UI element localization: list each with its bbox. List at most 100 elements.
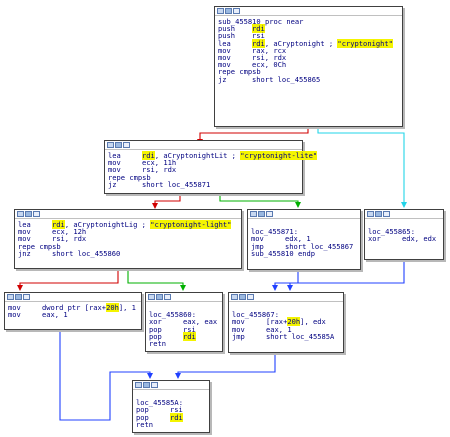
asm-mnemonic: jz (108, 179, 117, 189)
highlighted-operand[interactable]: 20h (106, 303, 119, 312)
arrowhead (17, 285, 23, 291)
asm-operand[interactable]: edx, edx (402, 234, 436, 243)
highlighted-operand[interactable]: "cryptonight-lite" (240, 151, 318, 160)
highlighted-operand[interactable]: "cryptonight-light" (150, 220, 232, 229)
block-body: loc_455865: xor edx, edx (365, 219, 443, 242)
asm-line[interactable]: mov rsi, rdx (218, 54, 400, 61)
asm-operand[interactable]: short loc_45585A (266, 332, 334, 341)
edge-b1-b3 (219, 193, 299, 207)
text-view-icon[interactable] (123, 142, 130, 148)
asm-line[interactable]: jz short loc_455865 (218, 74, 400, 84)
color-icon[interactable] (367, 211, 374, 217)
block-body: lea rdi, aCryptonightLig ; "cryptonight-l… (15, 219, 241, 257)
graph-icon[interactable] (143, 382, 150, 388)
graph-icon[interactable] (258, 211, 265, 217)
code-block-loc-455867[interactable]: loc_455867: mov [rax+20h], edx mov eax, 1 jmp… (228, 292, 344, 353)
block-body: loc_455871: mov edx, 1 jmp short loc_455867 s… (248, 219, 360, 257)
asm-line[interactable]: jz short loc_455871 (108, 181, 300, 188)
code-block-loc-455871[interactable]: loc_455871: mov edx, 1 jmp short loc_455867 s… (247, 209, 361, 270)
text-view-icon[interactable] (247, 294, 254, 300)
color-icon[interactable] (148, 294, 155, 300)
code-block-cryptonight-light[interactable]: lea rdi, aCryptonightLig ; "cryptonight-l… (14, 209, 242, 269)
asm-line[interactable]: retn (136, 421, 207, 428)
edge-b7-b8 (177, 353, 276, 378)
text-view-icon[interactable] (383, 211, 390, 217)
graph-icon[interactable] (115, 142, 122, 148)
asm-line[interactable]: mov ecx, 11h (108, 159, 300, 166)
asm-mnemonic: xor (368, 234, 381, 244)
color-icon[interactable] (135, 382, 142, 388)
asm-line[interactable]: mov dword ptr [rax+20h], 1 (8, 303, 139, 312)
arrowhead (287, 285, 293, 291)
color-icon[interactable] (17, 211, 24, 217)
highlighted-operand[interactable]: "cryptonight" (337, 38, 393, 48)
asm-operand[interactable]: short loc_455871 (142, 180, 210, 189)
asm-line[interactable]: push rdi (218, 24, 400, 34)
code-block-loc-455865[interactable]: loc_455865: xor edx, edx (364, 209, 444, 260)
graph-icon[interactable] (156, 294, 163, 300)
block-toolbar (146, 293, 222, 302)
graph-icon[interactable] (375, 211, 382, 217)
text-view-icon[interactable] (33, 211, 40, 217)
asm-line[interactable]: jmp short loc_45585A (232, 333, 341, 340)
asm-line[interactable]: sub_455810 proc near (218, 18, 400, 25)
graph-icon[interactable] (25, 211, 32, 217)
code-block-loc-45585a[interactable]: loc_45585A: pop rsi pop rdi retn (132, 380, 210, 433)
text-view-icon[interactable] (151, 382, 158, 388)
block-toolbar (105, 141, 302, 150)
edge-b1-b2 (154, 193, 181, 208)
block-toolbar (133, 381, 209, 390)
text-view-icon[interactable] (164, 294, 171, 300)
block-body: loc_455867: mov [rax+20h], edx mov eax, 1 jmp… (229, 302, 343, 340)
arrowhead (295, 202, 301, 208)
highlighted-operand[interactable]: rdi (170, 412, 183, 422)
asm-operand[interactable]: short loc_455860 (52, 249, 120, 258)
block-toolbar (248, 210, 360, 219)
asm-line[interactable]: xor edx, edx (368, 235, 441, 242)
asm-operand[interactable]: short loc_455865 (252, 75, 320, 84)
text-view-icon[interactable] (23, 294, 30, 300)
code-block-cryptonight-lite[interactable]: lea rdi, aCryptonightLit ; "cryptonight-l… (104, 140, 318, 194)
color-icon[interactable] (231, 294, 238, 300)
asm-line[interactable]: sub_455810 endp (251, 250, 358, 257)
highlighted-operand[interactable]: rdi (183, 331, 196, 341)
block-toolbar (15, 210, 241, 219)
code-block-sub-455810[interactable]: sub_455810 proc near push rdi push rsi lea rdi… (214, 6, 403, 127)
text-view-icon[interactable] (233, 8, 240, 14)
asm-line[interactable]: mov eax, 1 (8, 311, 139, 318)
edge-b2-b6 (127, 268, 184, 290)
edge-b0-b4 (317, 126, 405, 207)
color-icon[interactable] (7, 294, 14, 300)
graph-icon[interactable] (239, 294, 246, 300)
asm-line[interactable]: retn (149, 340, 220, 347)
asm-operand[interactable]: eax, 1 (42, 310, 68, 319)
arrowhead (401, 202, 407, 208)
asm-mnemonic: mov (8, 310, 21, 320)
asm-label[interactable]: sub_455810 endp (251, 249, 315, 258)
text-view-icon[interactable] (266, 211, 273, 217)
asm-operand[interactable]: ], edx (300, 317, 326, 326)
block-body: lea rdi, aCryptonightLit ; "cryptonight-l… (105, 150, 318, 188)
code-block-loc-455860[interactable]: loc_455860: xor eax, eax pop rsi pop rdi retn (145, 292, 223, 352)
color-icon[interactable] (107, 142, 114, 148)
asm-mnemonic: retn (136, 419, 154, 429)
block-body: loc_45585A: pop rsi pop rdi retn (133, 390, 209, 428)
asm-line[interactable]: lea rdi, aCryptonight ; "cryptonight" (218, 38, 400, 48)
asm-line[interactable]: lea rdi, aCryptonightLit ; "cryptonight-l… (108, 151, 318, 160)
color-icon[interactable] (217, 8, 224, 14)
graph-icon[interactable] (225, 8, 232, 14)
asm-mnemonic: retn (149, 338, 167, 348)
asm-mnemonic: jnz (18, 248, 31, 258)
arrowhead (180, 285, 186, 291)
edge-b3-b7 (274, 270, 299, 290)
graph-icon[interactable] (15, 294, 22, 300)
asm-line[interactable]: jnz short loc_455860 (18, 250, 239, 257)
block-body: sub_455810 proc near push rdi push rsi lea rdi… (215, 16, 402, 83)
asm-line[interactable]: mov rax, rcx (218, 47, 400, 54)
block-body: mov dword ptr [rax+20h], 1 mov eax, 1 (5, 302, 141, 318)
asm-mnemonic: jmp (232, 331, 245, 341)
asm-operand[interactable]: ], 1 (119, 303, 136, 312)
color-icon[interactable] (250, 211, 257, 217)
code-block-mov-dword[interactable]: mov dword ptr [rax+20h], 1 mov eax, 1 (4, 292, 142, 330)
asm-mnemonic: jz (218, 74, 227, 84)
